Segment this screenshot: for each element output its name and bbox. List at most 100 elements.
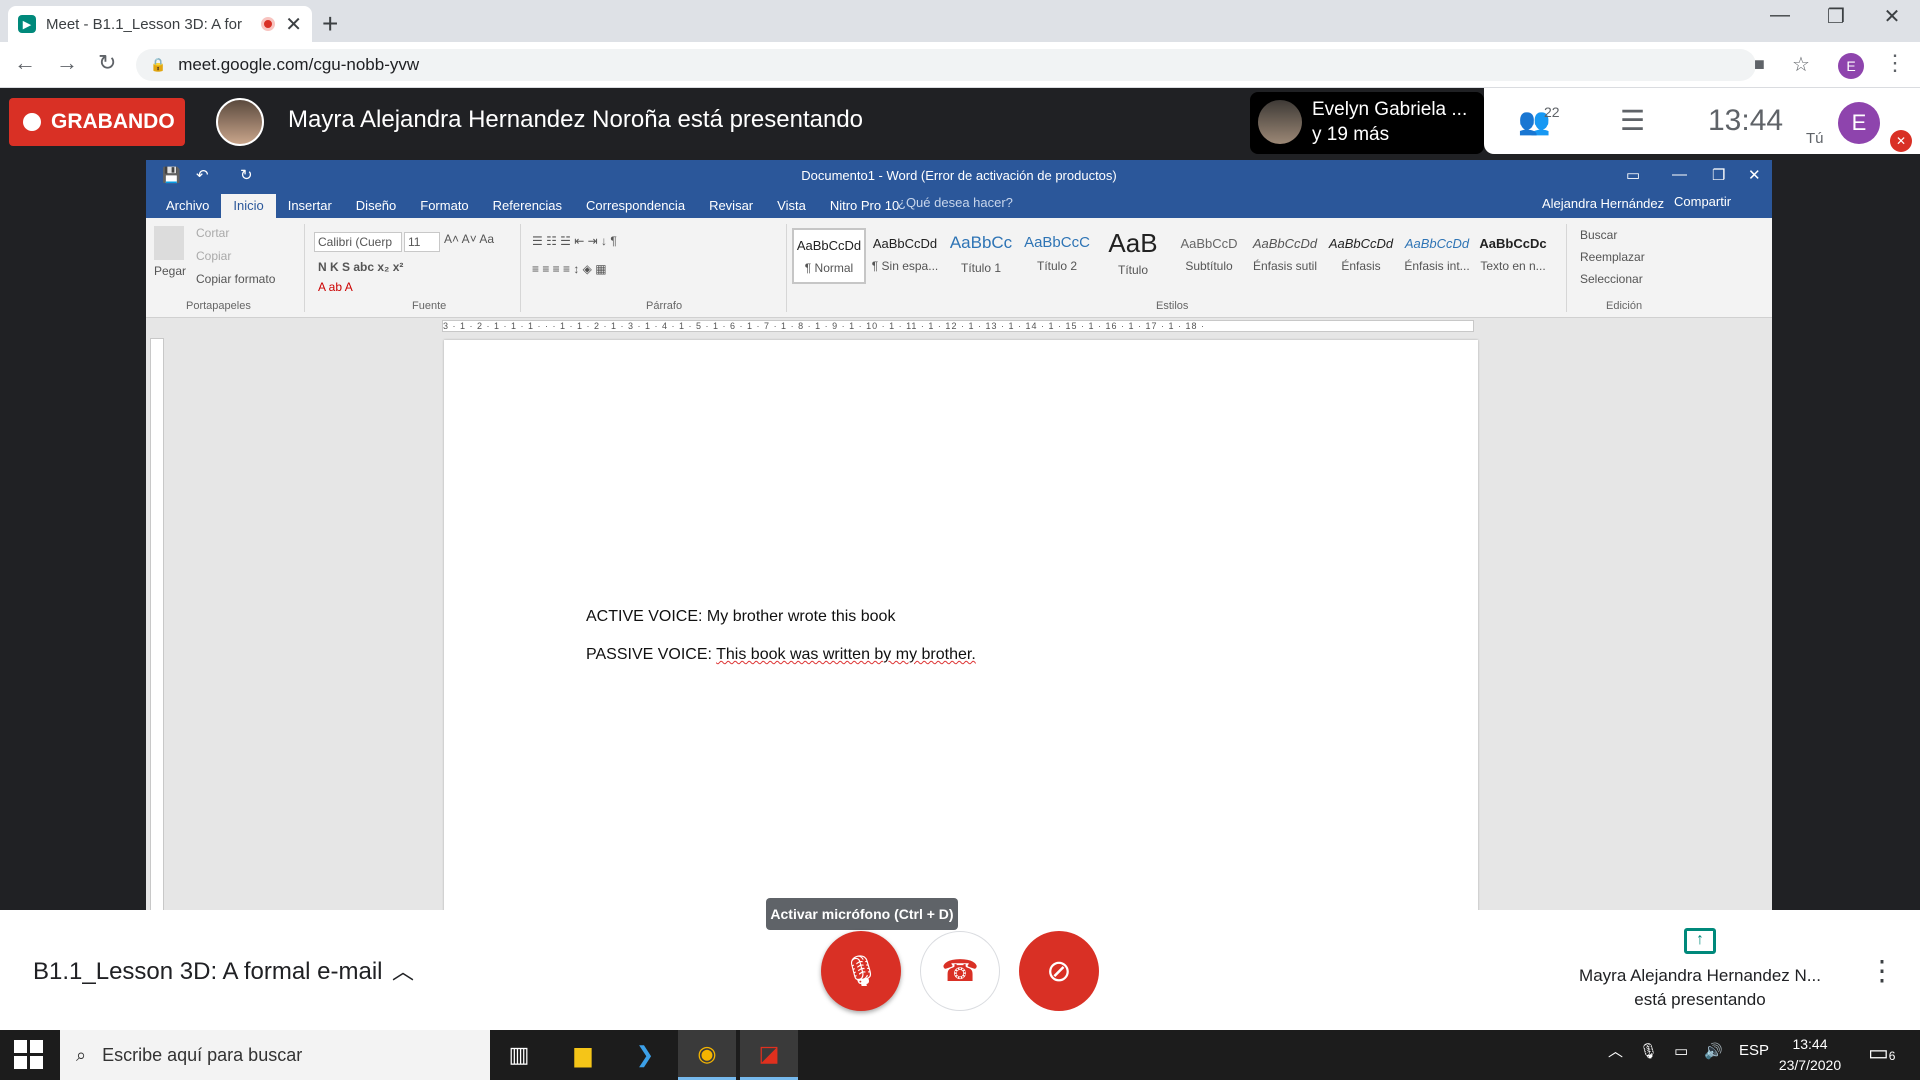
- style-sample: AaBbCcC: [1024, 234, 1090, 251]
- taskbar-search-box[interactable]: ⌕ Escribe aquí para buscar: [60, 1030, 490, 1080]
- word-tab-revisar: Revisar: [709, 198, 754, 213]
- tray-chevron-icon[interactable]: ︿: [1608, 1040, 1623, 1061]
- style-sample: AaBbCcDc: [1479, 236, 1547, 251]
- font-color-icons: A ab A: [318, 280, 353, 294]
- windows-start-icon[interactable]: [14, 1040, 44, 1070]
- align-icons: ≡ ≡ ≡ ≡ ↕ ◈ ▦: [532, 262, 607, 276]
- present-screen-icon[interactable]: ↑: [1684, 928, 1716, 954]
- more-options-icon[interactable]: ⋮: [1868, 954, 1896, 987]
- style-sample: AaBbCcD: [1180, 236, 1238, 251]
- paste-label: Pegar: [154, 264, 187, 278]
- leave-call-button[interactable]: ☎: [920, 931, 1000, 1011]
- mic-off-icon: 🎙: [841, 954, 881, 988]
- meeting-title[interactable]: B1.1_Lesson 3D: A formal e-mail: [33, 958, 383, 986]
- hang-up-icon: ☎: [941, 954, 979, 988]
- word-tab-vista: Vista: [777, 198, 806, 213]
- taskbar-search-placeholder: Escribe aquí para buscar: [102, 1044, 303, 1065]
- tray-language[interactable]: ESP: [1739, 1042, 1769, 1059]
- editing-group-label: Edición: [1606, 300, 1643, 312]
- reload-button[interactable]: ↻: [98, 50, 116, 76]
- word-window-title: Documento1 - Word (Error de activación d…: [801, 168, 1117, 183]
- vertical-ruler: [150, 338, 164, 910]
- camera-button[interactable]: ⊘: [1019, 931, 1099, 1011]
- browser-tab[interactable]: ▶ Meet - B1.1_Lesson 3D: A for ✕: [8, 6, 312, 42]
- cut-label: Cortar: [196, 226, 230, 240]
- browser-profile-avatar[interactable]: E: [1838, 53, 1864, 79]
- chat-icon[interactable]: ☰: [1620, 104, 1645, 137]
- chrome-icon[interactable]: ◉: [678, 1030, 736, 1080]
- browser-menu-icon[interactable]: ⋮: [1884, 50, 1906, 76]
- minimize-window-button[interactable]: —: [1752, 4, 1808, 27]
- acrobat-icon[interactable]: ◪: [740, 1030, 798, 1080]
- close-window-button[interactable]: ✕: [1864, 4, 1920, 29]
- address-bar[interactable]: 🔒 meet.google.com/cgu-nobb-yvw: [136, 49, 1756, 81]
- self-muted-icon: ✕: [1890, 130, 1912, 152]
- presenter-avatar: [216, 98, 264, 146]
- grow-shrink-font-icons: A˄ A˅ Aa: [444, 232, 495, 246]
- close-tab-icon[interactable]: ✕: [285, 12, 302, 37]
- back-button[interactable]: ←: [14, 50, 36, 76]
- style-titulo-2: AaBbCcC Título 2: [1020, 228, 1094, 284]
- participant-avatar: [1258, 100, 1302, 144]
- recording-badge[interactable]: GRABANDO: [9, 98, 185, 146]
- tab-title: Meet - B1.1_Lesson 3D: A for: [46, 15, 242, 33]
- word-tab-archivo: Archivo: [166, 198, 210, 213]
- word-tab-diseno: Diseño: [355, 198, 397, 213]
- style-name: Subtítulo: [1185, 259, 1233, 273]
- style-name: ¶ Normal: [804, 261, 854, 275]
- maximize-window-button[interactable]: ❐: [1808, 4, 1864, 29]
- forward-button[interactable]: →: [56, 50, 78, 76]
- tell-me-box: ¿Qué desea hacer?: [898, 195, 1013, 210]
- style-sin-espaciado: AaBbCcDd ¶ Sin espa...: [868, 228, 942, 284]
- style-sample: AaBbCcDd: [1328, 236, 1394, 251]
- notifications-icon[interactable]: ▭6: [1868, 1040, 1895, 1066]
- font-name-box: Calibri (Cuerp: [314, 232, 402, 252]
- word-restore-icon: ❐: [1712, 167, 1726, 184]
- format-painter-label: Copiar formato: [196, 272, 276, 286]
- recording-indicator-icon: [261, 17, 276, 31]
- camera-in-use-icon[interactable]: ■: [1754, 54, 1765, 75]
- word-ribbon: Pegar Cortar Copiar Copiar formato Porta…: [146, 218, 1772, 318]
- tray-volume-icon[interactable]: 🔊: [1704, 1042, 1723, 1060]
- style-name: Título: [1117, 263, 1148, 277]
- style-sample: AaBbCcDd: [796, 238, 862, 253]
- file-explorer-icon[interactable]: ▆: [554, 1030, 612, 1080]
- style-enfasis-intenso: AaBbCcDd Énfasis int...: [1400, 228, 1474, 284]
- word-tab-insertar: Insertar: [287, 198, 332, 213]
- participant-more: y 19 más: [1312, 124, 1390, 145]
- style-enfasis-sutil: AaBbCcDd Énfasis sutil: [1248, 228, 1322, 284]
- microphone-button[interactable]: 🎙: [821, 931, 901, 1011]
- bold-italic-underline-icons: N K S abc x₂ x²: [318, 260, 404, 274]
- people-count: 22: [1544, 104, 1560, 120]
- style-name: Texto en n...: [1480, 259, 1546, 273]
- self-label: Tú: [1806, 130, 1824, 147]
- taskbar-date: 23/7/2020: [1778, 1057, 1842, 1073]
- tray-mic-icon[interactable]: 🎙: [1639, 1042, 1658, 1060]
- word-close-icon: ✕: [1748, 167, 1761, 184]
- word-ribbon-tabs: Archivo Inicio Insertar Diseño Formato R…: [146, 190, 1772, 218]
- taskbar-clock[interactable]: 13:44 23/7/2020: [1770, 1034, 1850, 1076]
- doc-line-prefix: PASSIVE VOICE:: [586, 646, 717, 663]
- system-tray: ︿ 🎙 ▭ 🔊 ESP: [1608, 1040, 1769, 1061]
- word-title-bar: 💾 ↶ ↻ Documento1 - Word (Error de activa…: [146, 160, 1772, 190]
- style-sample: AaBbCcDd: [1404, 236, 1470, 251]
- chevron-up-icon[interactable]: ︿: [392, 954, 414, 986]
- style-sample: AaB: [1108, 228, 1158, 258]
- style-enfasis: AaBbCcDd Énfasis: [1324, 228, 1398, 284]
- bookmark-star-icon[interactable]: ☆: [1792, 52, 1810, 77]
- style-name: Título 1: [960, 261, 1002, 275]
- clipboard-group-label: Portapapeles: [186, 300, 251, 312]
- new-tab-button[interactable]: +: [322, 8, 338, 40]
- styles-group-label: Estilos: [1156, 300, 1189, 312]
- lock-icon: 🔒: [150, 57, 167, 72]
- word-user-name: Alejandra Hernández: [1542, 196, 1665, 211]
- vscode-icon[interactable]: ❯: [616, 1030, 674, 1080]
- meet-favicon-icon: ▶: [18, 15, 36, 33]
- paragraph-group-label: Párrafo: [646, 300, 683, 312]
- presenter-status[interactable]: Mayra Alejandra Hernandez N... está pres…: [1540, 964, 1860, 1012]
- task-view-icon[interactable]: ▥: [490, 1030, 548, 1080]
- record-dot-icon: [23, 113, 41, 131]
- tray-network-icon[interactable]: ▭: [1674, 1042, 1688, 1060]
- recording-label: GRABANDO: [51, 110, 175, 133]
- self-avatar[interactable]: E: [1838, 102, 1880, 144]
